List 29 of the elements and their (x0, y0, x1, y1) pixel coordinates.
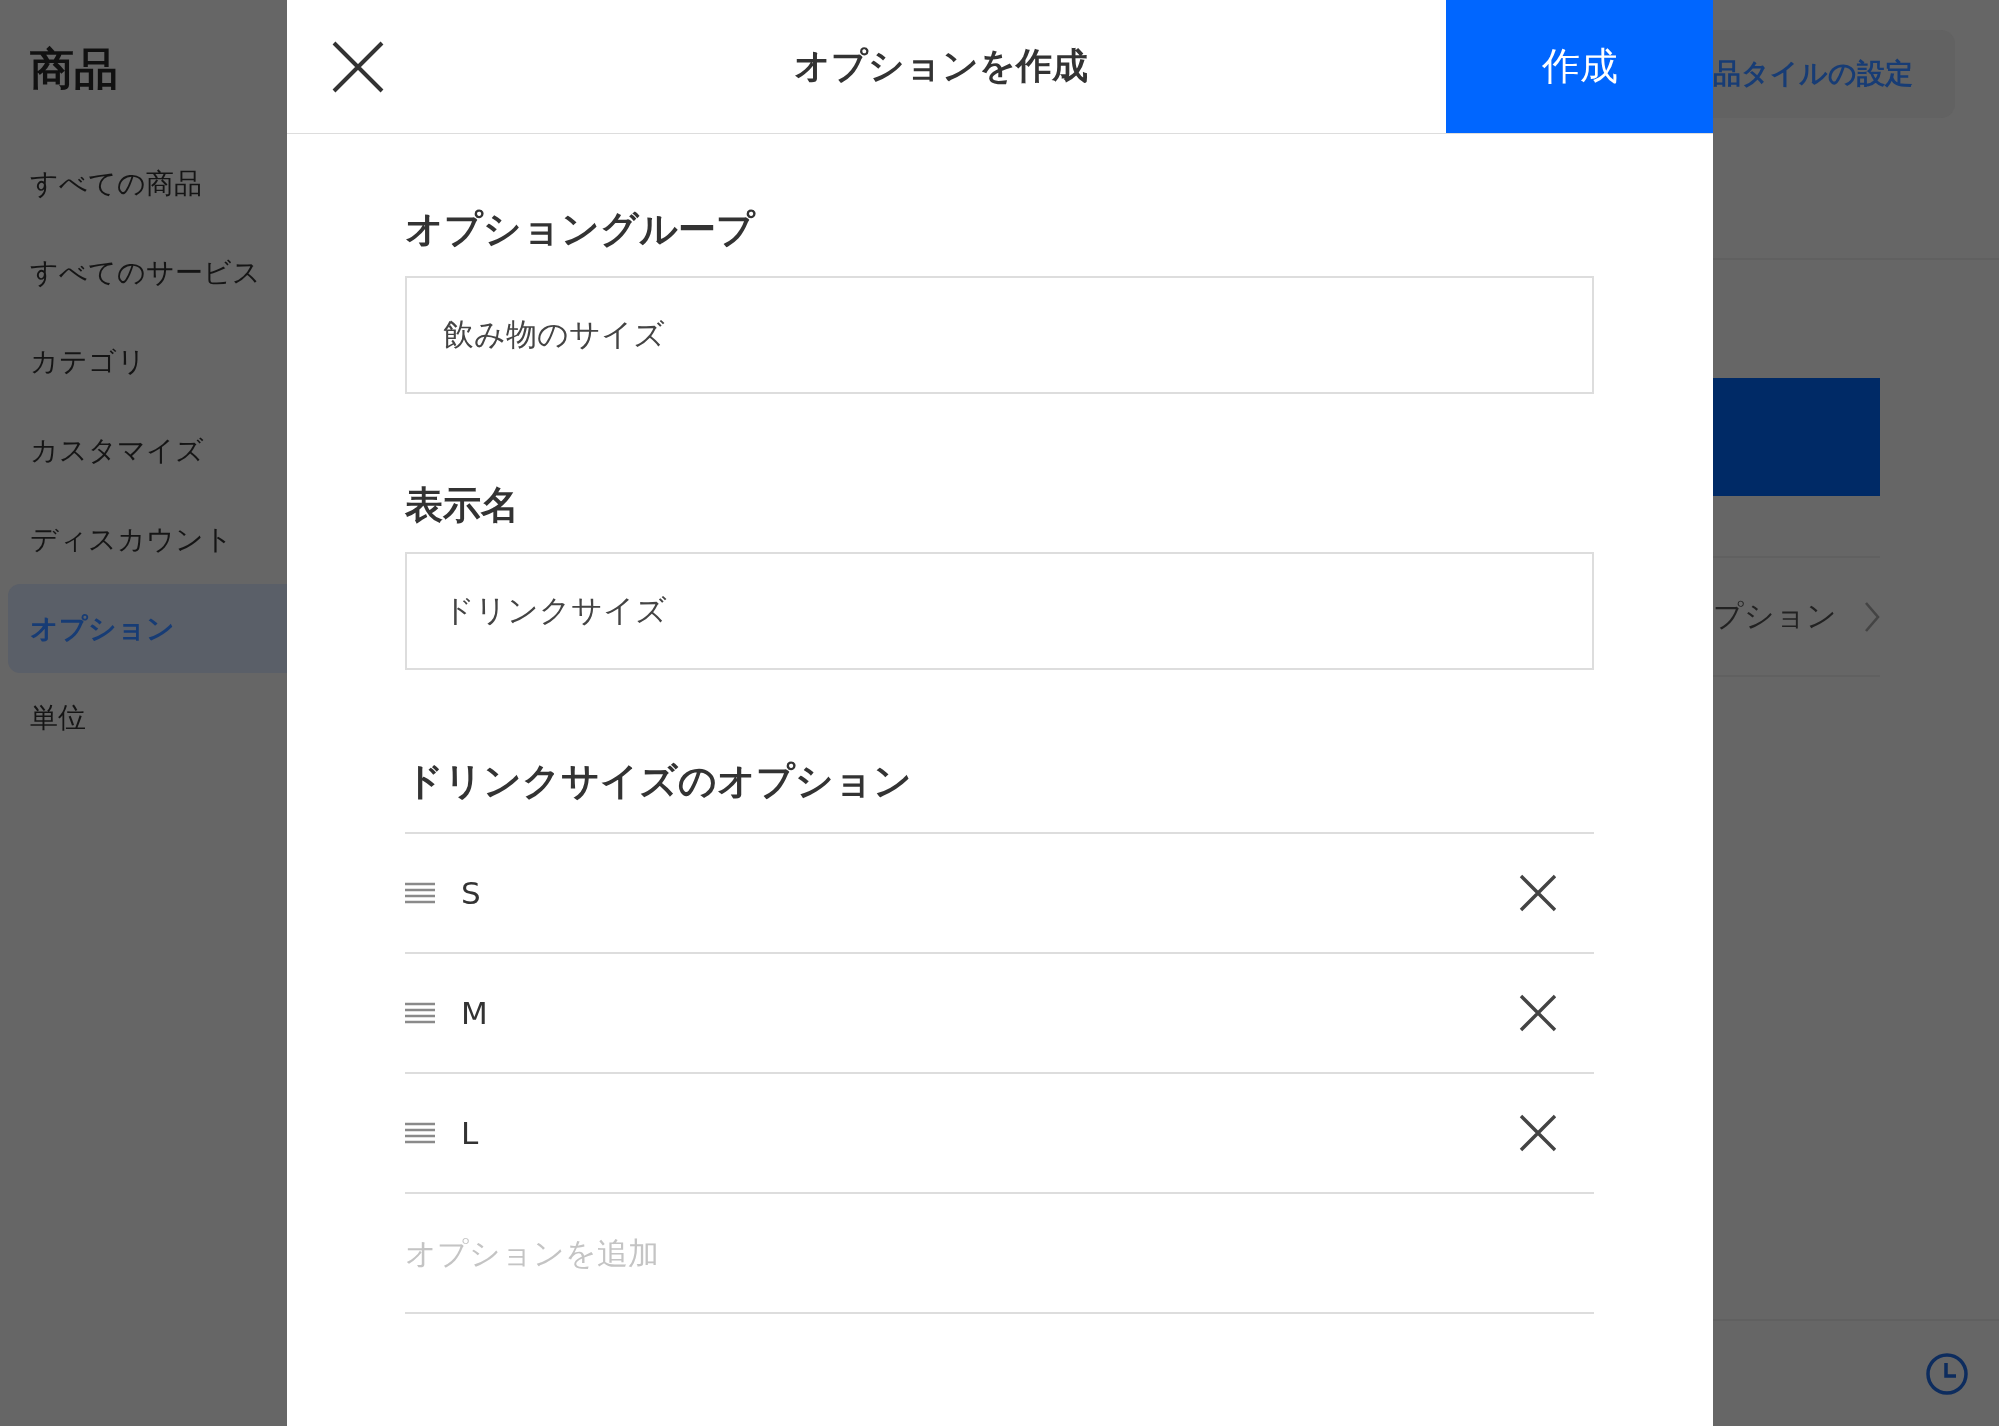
dialog-title: オプションを作成 (792, 44, 1089, 88)
drag-handle-icon[interactable] (405, 1002, 435, 1024)
create-button[interactable]: 作成 (1446, 0, 1713, 133)
remove-icon[interactable] (1519, 994, 1557, 1032)
sidebar-item[interactable]: すべての商品 (8, 139, 287, 228)
option-label: S (461, 875, 482, 911)
sidebar-item[interactable]: カスタマイズ (8, 406, 287, 495)
sidebar-item[interactable]: カテゴリ (8, 317, 287, 406)
text-field[interactable]: ドリンクサイズ (405, 552, 1594, 670)
remove-icon[interactable] (1519, 1114, 1557, 1152)
section-heading: ドリンクサイズのオプション (405, 758, 913, 805)
sidebar-item[interactable]: 単位 (8, 673, 287, 762)
option-label: L (461, 1115, 480, 1151)
field-label: 表示名 (405, 482, 520, 529)
sidebar-item[interactable]: すべてのサービス (8, 228, 287, 317)
sidebar-item[interactable]: オプション (8, 584, 287, 673)
list-item-label[interactable]: プション (1713, 596, 1837, 637)
drag-handle-icon[interactable] (405, 882, 435, 904)
remove-icon[interactable] (1519, 874, 1557, 912)
add-option-field[interactable]: オプションを追加 (405, 1235, 1005, 1271)
field-label: オプショングループ (405, 206, 757, 253)
close-icon[interactable] (331, 39, 385, 94)
chevron-icon (1864, 600, 1880, 633)
option-label: M (461, 995, 489, 1031)
sidebar-item[interactable]: ディスカウント (8, 495, 287, 584)
drag-handle-icon[interactable] (405, 1122, 435, 1144)
tile-settings-button[interactable]: 品タイルの設定 (1713, 30, 1955, 118)
text-field[interactable]: 飲み物のサイズ (405, 276, 1594, 394)
sidebar-title: 商品 (29, 42, 119, 96)
